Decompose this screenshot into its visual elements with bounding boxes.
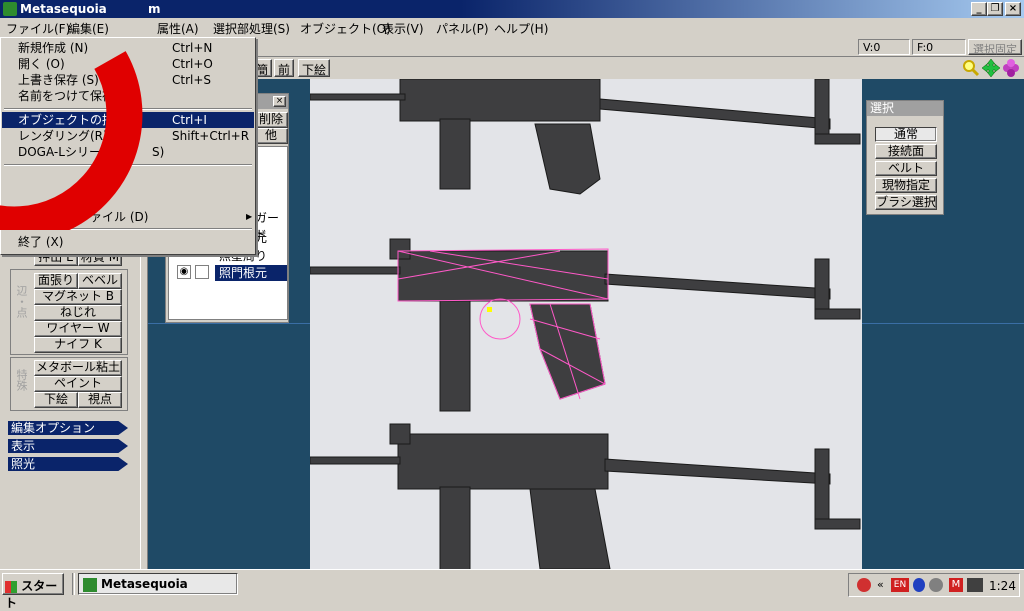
minimize-button[interactable]: _ [971, 2, 987, 16]
knife-button[interactable]: ナイフ K [34, 337, 122, 353]
underlay-tool-button[interactable]: 下絵 [34, 392, 78, 408]
gun-underlay-drawing [310, 79, 861, 569]
delete-object-button[interactable]: 削除 [254, 112, 288, 128]
task-metasequoia[interactable]: Metasequoia [78, 573, 238, 595]
object-item-sight-rear[interactable]: 照門根元 [215, 265, 287, 281]
wire-button[interactable]: ワイヤー W [34, 321, 122, 337]
select-object-button[interactable]: 現物指定 [875, 178, 937, 193]
object-item-root[interactable]: 元 [255, 229, 267, 246]
eye-icon[interactable]: ◉ [177, 265, 191, 279]
menu-item-exit[interactable]: 終了 (X) [2, 234, 254, 250]
metaball-button[interactable]: メタボール粘土 [34, 360, 122, 376]
submenu-arrow-icon: ▶ [246, 212, 253, 221]
menu-help[interactable]: ヘルプ(H) [494, 20, 548, 37]
edit-options-tab[interactable]: 編集オプション [8, 421, 128, 435]
select-connected-button[interactable]: 接続面 [875, 144, 937, 159]
underlay-button[interactable]: 下絵 [298, 59, 331, 77]
monitor-icon[interactable] [967, 578, 983, 592]
tray-expand-icon[interactable]: « [877, 578, 884, 591]
paint-button[interactable]: ペイント [34, 376, 122, 392]
display-tab[interactable]: 表示 [8, 439, 128, 453]
restore-button[interactable]: ❐ [987, 2, 1003, 16]
vertex-count: V:0 [858, 39, 910, 55]
lighting-tab[interactable]: 照光 [8, 457, 128, 471]
menu-object[interactable]: オブジェクト(O) [300, 20, 391, 37]
menu-selection[interactable]: 選択部処理(S) [213, 20, 290, 37]
selection-lock-button[interactable]: 選択固定 [968, 39, 1022, 56]
brush-select-button[interactable]: ブラシ選択 [875, 195, 937, 210]
menu-view[interactable]: 表示(V) [382, 20, 424, 37]
red-circle-annotation [0, 51, 143, 230]
toolbar: 簡 前 下絵 [140, 57, 1024, 79]
rotate-view-icon[interactable] [1002, 59, 1020, 77]
face-fill-button[interactable]: 面張り [34, 273, 78, 289]
bevel-button[interactable]: ベベル [78, 273, 122, 289]
viewpoint-button[interactable]: 視点 [78, 392, 122, 408]
object-panel-close-icon[interactable]: × [273, 96, 286, 107]
close-button[interactable]: × [1005, 2, 1021, 16]
clock: 1:24 [989, 579, 1016, 593]
other-button[interactable]: 他 [254, 128, 288, 144]
selection-panel-title: 選択 [867, 101, 943, 116]
system-tray: « EN M 1:24 [848, 573, 1020, 597]
language-icon[interactable]: EN [891, 578, 909, 592]
taskbar-divider [72, 573, 75, 595]
bluetooth-icon[interactable] [913, 578, 925, 592]
menu-panel[interactable]: パネル(P) [436, 20, 489, 37]
underlay-image [310, 79, 862, 569]
volume-icon[interactable] [929, 578, 943, 592]
metasequoia-icon [83, 577, 97, 592]
lock-checkbox[interactable] [195, 265, 209, 279]
front-button[interactable]: 前 [274, 59, 295, 77]
start-button[interactable]: スタート [2, 573, 64, 610]
selection-panel: 選択 通常 接続面 ベルト 現物指定 ブラシ選択 [866, 100, 944, 215]
windows-logo-icon [5, 580, 17, 593]
move-view-icon[interactable] [981, 58, 1001, 78]
m-app-icon[interactable]: M [949, 578, 963, 592]
magnet-button[interactable]: マグネット B [34, 289, 122, 305]
edge-point-group-label: 辺・点 [15, 285, 28, 318]
select-belt-button[interactable]: ベルト [875, 161, 937, 176]
balloon-icon[interactable] [857, 578, 871, 592]
face-count: F:0 [912, 39, 966, 55]
special-group-label: 特殊 [15, 369, 28, 391]
zoom-icon[interactable] [962, 59, 980, 77]
twist-button[interactable]: ねじれ [34, 305, 122, 321]
select-normal-button[interactable]: 通常 [875, 127, 937, 142]
